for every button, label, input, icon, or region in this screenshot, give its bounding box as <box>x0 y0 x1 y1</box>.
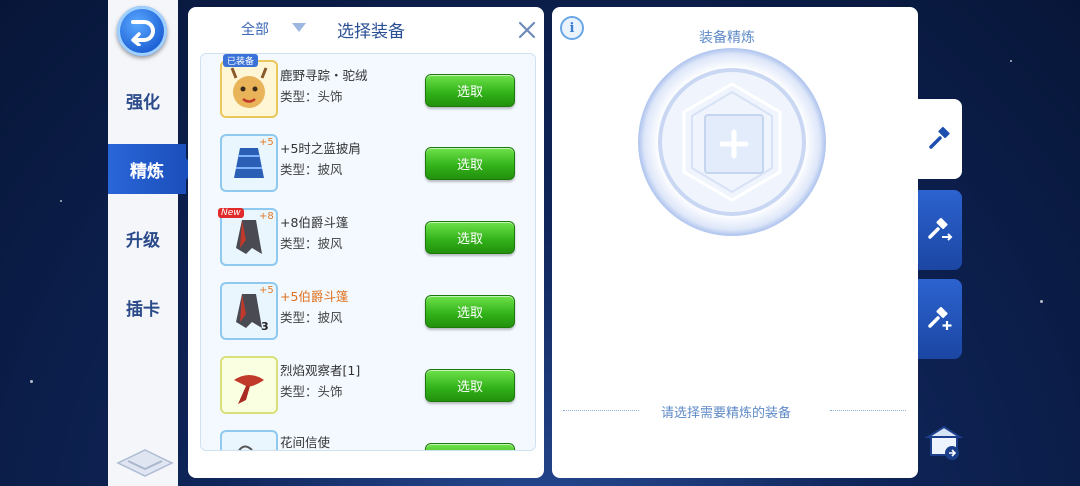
tab-refine-hammer[interactable] <box>918 99 962 179</box>
item-type: 类型：披风 <box>280 162 343 177</box>
list-item: New +8 +8伯爵斗篷 类型：披风 选取 <box>201 204 535 278</box>
background-sparkle <box>30 380 33 383</box>
item-thumbnail <box>220 60 278 118</box>
select-button-label: 选取 <box>456 85 483 100</box>
item-type: 类型：披风 <box>280 310 343 325</box>
nav-item-upgrade[interactable]: 升级 <box>108 213 178 263</box>
nav-item-label: 强化 <box>126 92 160 113</box>
list-item: 花间信使 选取 <box>201 426 535 451</box>
tab-add-hammer[interactable] <box>918 279 962 359</box>
scroll-down-icon[interactable] <box>116 448 174 478</box>
select-button[interactable]: 选取 <box>425 443 515 451</box>
hammer-transfer-icon <box>928 217 953 241</box>
refine-hint: 请选择需要精炼的装备 <box>661 406 792 421</box>
list-item: 已装备 鹿野寻踪・驼绒 类型：头饰 选取 <box>201 54 535 130</box>
refine-level-badge: +5 <box>259 285 274 296</box>
scarf-headgear-icon <box>234 375 264 404</box>
item-type: 类型：头饰 <box>280 89 343 104</box>
panel-title: 选择装备 <box>337 22 405 42</box>
select-button[interactable]: 选取 <box>425 369 515 402</box>
item-thumbnail <box>220 430 278 450</box>
item-type: 类型：披风 <box>280 236 343 251</box>
hammer-icon <box>929 126 950 149</box>
item-type: 类型：头饰 <box>280 384 343 399</box>
select-button-label: 选取 <box>456 380 483 395</box>
list-item: 烈焰观察者[1] 类型：头饰 选取 <box>201 352 535 426</box>
item-thumbnail <box>220 356 278 414</box>
select-button-label: 选取 <box>456 158 483 173</box>
select-button[interactable]: 选取 <box>425 74 515 107</box>
refine-level-badge: +5 <box>259 137 274 148</box>
refine-title: 装备精炼 <box>699 30 755 46</box>
nav-item-label: 升级 <box>126 230 160 251</box>
select-button-label: 选取 <box>456 232 483 247</box>
tab-transfer-hammer[interactable] <box>918 190 962 270</box>
back-arrow-icon <box>131 20 155 46</box>
filter-label: 全部 <box>241 22 269 38</box>
dropdown-arrow-icon[interactable] <box>292 23 306 32</box>
nav-item-label: 插卡 <box>126 299 160 320</box>
list-item: +5 3 +5伯爵斗篷 类型：披风 选取 <box>201 278 535 352</box>
add-plus-icon <box>719 129 749 159</box>
select-button-label: 选取 <box>456 306 483 321</box>
messenger-item-icon <box>238 445 253 450</box>
list-item: +5 +5时之蓝披肩 类型：披风 选取 <box>201 130 535 204</box>
item-name: +5时之蓝披肩 <box>280 141 361 156</box>
stack-count: 3 <box>261 320 269 333</box>
nav-item-card-insert[interactable]: 插卡 <box>108 282 178 332</box>
equipment-list[interactable]: 已装备 鹿野寻踪・驼绒 类型：头饰 选取 +5 +5时之蓝披肩 类型：披风 选取… <box>200 53 536 451</box>
back-button[interactable] <box>117 6 167 56</box>
equipment-slot[interactable] <box>704 114 764 174</box>
nav-item-refine[interactable]: 精炼 <box>108 144 196 194</box>
item-name: +5伯爵斗篷 <box>280 289 349 304</box>
new-badge: New <box>218 208 244 218</box>
hint-divider-right <box>830 410 906 411</box>
filter-dropdown[interactable]: 全部 <box>241 19 269 39</box>
close-icon[interactable] <box>518 21 536 39</box>
equipped-badge: 已装备 <box>223 54 259 67</box>
select-button[interactable]: 选取 <box>425 147 515 180</box>
nav-item-label: 精炼 <box>130 161 164 182</box>
shop-icon[interactable] <box>922 423 966 463</box>
item-name: +8伯爵斗篷 <box>280 215 349 230</box>
background-sparkle <box>60 200 62 202</box>
item-name: 鹿野寻踪・驼绒 <box>280 68 368 83</box>
background-sparkle <box>1010 60 1012 62</box>
item-name: 花间信使 <box>280 435 331 450</box>
item-name: 烈焰观察者[1] <box>280 363 361 378</box>
select-button-label: 选取 <box>457 450 483 451</box>
info-icon[interactable]: i <box>560 16 584 40</box>
hint-divider-left <box>563 410 639 411</box>
deer-headgear-icon <box>230 67 268 108</box>
select-button[interactable]: 选取 <box>425 295 515 328</box>
nav-item-strengthen[interactable]: 强化 <box>108 75 178 125</box>
hammer-plus-icon <box>928 306 952 330</box>
background-sparkle <box>1040 300 1043 303</box>
refine-level-badge: +8 <box>259 211 274 222</box>
select-button[interactable]: 选取 <box>425 221 515 254</box>
